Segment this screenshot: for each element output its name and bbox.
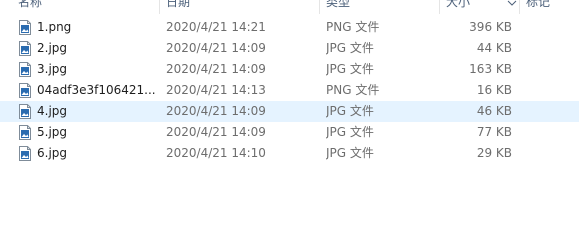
file-name: 4.jpg xyxy=(37,104,68,118)
file-date: 2020/4/21 14:13 xyxy=(166,83,266,97)
file-list: 1.png 2020/4/21 14:21 PNG 文件 396 KB 2.jp… xyxy=(0,17,579,164)
file-size: 163 KB xyxy=(469,62,512,76)
image-file-icon xyxy=(19,62,31,77)
file-name: 3.jpg xyxy=(37,62,68,76)
file-size: 16 KB xyxy=(476,83,512,97)
file-name: 04adf3e3f106421... xyxy=(37,83,155,97)
file-name: 1.png xyxy=(37,20,72,34)
file-row[interactable]: 1.png 2020/4/21 14:21 PNG 文件 396 KB xyxy=(0,17,579,38)
sort-chevron-icon xyxy=(507,0,517,6)
file-size: 46 KB xyxy=(476,104,512,118)
file-size: 77 KB xyxy=(476,125,512,139)
file-name: 2.jpg xyxy=(37,41,68,55)
column-header-tags[interactable]: 标记 xyxy=(520,0,579,13)
file-size: 29 KB xyxy=(476,146,512,160)
image-file-icon xyxy=(19,104,31,119)
file-date: 2020/4/21 14:10 xyxy=(166,146,266,160)
file-row[interactable]: 5.jpg 2020/4/21 14:09 JPG 文件 77 KB xyxy=(0,122,579,143)
file-type: JPG 文件 xyxy=(326,146,374,160)
file-size: 44 KB xyxy=(476,41,512,55)
column-header-name[interactable]: 名称 xyxy=(12,0,158,13)
file-row[interactable]: 04adf3e3f106421... 2020/4/21 14:13 PNG 文… xyxy=(0,80,579,101)
file-row-selected[interactable]: 4.jpg 2020/4/21 14:09 JPG 文件 46 KB xyxy=(0,101,579,122)
image-file-icon xyxy=(19,83,31,98)
column-header-date[interactable]: 日期 xyxy=(160,0,318,13)
file-row[interactable]: 2.jpg 2020/4/21 14:09 JPG 文件 44 KB xyxy=(0,38,579,59)
file-type: JPG 文件 xyxy=(326,41,374,55)
file-row[interactable]: 3.jpg 2020/4/21 14:09 JPG 文件 163 KB xyxy=(0,59,579,80)
file-date: 2020/4/21 14:21 xyxy=(166,20,266,34)
file-name: 5.jpg xyxy=(37,125,68,139)
file-type: JPG 文件 xyxy=(326,125,374,139)
file-name: 6.jpg xyxy=(37,146,68,160)
file-date: 2020/4/21 14:09 xyxy=(166,104,266,118)
file-type: PNG 文件 xyxy=(326,83,380,97)
file-type: JPG 文件 xyxy=(326,104,374,118)
image-file-icon xyxy=(19,146,31,161)
column-header-type[interactable]: 类型 xyxy=(320,0,438,13)
image-file-icon xyxy=(19,41,31,56)
file-row[interactable]: 6.jpg 2020/4/21 14:10 JPG 文件 29 KB xyxy=(0,143,579,164)
file-size: 396 KB xyxy=(469,20,512,34)
file-date: 2020/4/21 14:09 xyxy=(166,62,266,76)
file-type: PNG 文件 xyxy=(326,20,380,34)
image-file-icon xyxy=(19,20,31,35)
column-header-bar: 名称 日期 类型 大小 标记 xyxy=(0,0,579,14)
image-file-icon xyxy=(19,125,31,140)
file-date: 2020/4/21 14:09 xyxy=(166,41,266,55)
file-type: JPG 文件 xyxy=(326,62,374,76)
file-date: 2020/4/21 14:09 xyxy=(166,125,266,139)
